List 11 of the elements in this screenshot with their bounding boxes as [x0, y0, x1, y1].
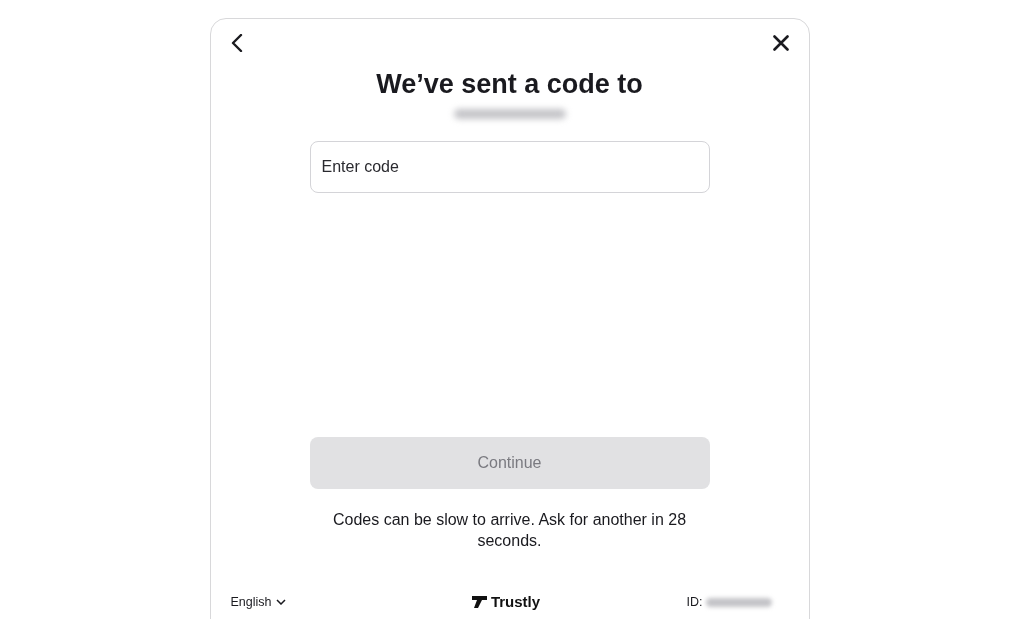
- language-selector[interactable]: English: [230, 592, 286, 612]
- dialog-title: We’ve sent a code to: [376, 68, 643, 101]
- brand-logo: Trustly: [471, 591, 541, 614]
- close-icon[interactable]: [772, 35, 789, 51]
- code-input-field[interactable]: Enter code: [309, 141, 710, 193]
- redacted-text: [706, 597, 773, 607]
- chevron-down-icon: [275, 599, 286, 606]
- logo-icon: [471, 596, 487, 609]
- resend-notice: Codes can be slow to arrive. Ask for another in 28 seconds.: [331, 510, 688, 551]
- id-label: ID:: [686, 593, 703, 611]
- back-icon[interactable]: [230, 34, 243, 52]
